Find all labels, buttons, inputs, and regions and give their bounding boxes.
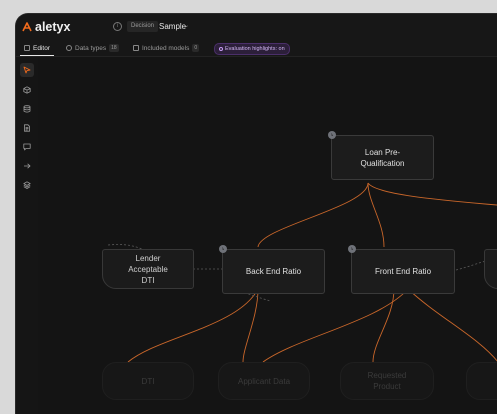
highlight-icon [219,47,223,51]
edge-back-to-loan [257,182,369,248]
document-icon [24,124,30,132]
cube-icon [23,86,31,94]
editor-icon [24,45,30,51]
app-name: aletyx [35,20,71,34]
decision-loan-pre-qualification[interactable]: Loan Pre- Qualification [331,135,434,180]
chevron-down-icon[interactable]: ⌄ [184,21,189,32]
node-label: DTI [141,376,155,386]
knowledge-source-tool-button[interactable] [20,121,34,135]
app-window: aletyx i Decision Sample ⌄ Editor Data t… [16,14,497,414]
node-label-line: Acceptable [128,264,168,274]
node-label-line: Lender [135,253,161,263]
decision-back-end-ratio[interactable]: Back End Ratio [222,249,325,294]
layers-tool-button[interactable] [20,178,34,192]
aletyx-logo-icon [22,22,32,32]
decision-badge-icon[interactable]: ↳ [348,245,356,253]
app-logo[interactable]: aletyx [22,20,70,34]
database-icon [66,45,72,51]
diagram-canvas[interactable]: Loan Pre- Qualification ↳ Lender Acceptabl… [38,57,497,414]
edge-front-to-loan [367,182,385,248]
edge-front-to-right [407,288,497,362]
diagram-edges [107,182,497,363]
association-right [455,260,487,271]
tab-label: Data types [75,44,107,52]
info-icon[interactable]: i [113,22,122,31]
node-label-line: Qualification [360,158,405,168]
decision-badge-icon[interactable]: ↳ [328,131,336,139]
decision-tool-button[interactable] [20,83,34,97]
tab-bar: Editor Data types 18 Included models 0 E… [16,40,497,57]
decision-badge-icon[interactable]: ↳ [219,245,227,253]
connector-tool-button[interactable] [20,159,34,173]
tab-label: Included models [142,44,190,52]
input-dti[interactable]: DTI [102,362,194,400]
tab-label: Editor [33,44,50,52]
eval-label: Evaluation highlights: on [225,46,285,52]
node-label: Back End Ratio [245,267,302,276]
node-label-line: Requested [367,371,407,380]
select-tool-button[interactable] [20,63,34,77]
input-requested-product[interactable]: Requested Product [340,362,434,400]
edge-right-to-loan [367,182,497,206]
node-label-line: Product [373,382,401,391]
knowledge-lender-acceptable-dti[interactable]: Lender Acceptable DTI [102,249,194,289]
node-label-line: DTI [141,275,155,285]
node-label: Front End Ratio [374,267,432,276]
node-label-line: Loan Pre- [364,147,401,157]
evaluation-highlights-toggle[interactable]: Evaluation highlights: on [214,43,290,55]
comment-icon [23,143,31,151]
layers-icon [23,181,31,189]
decision-chip: Decision [127,21,159,32]
knowledge-node-partial[interactable]: A [484,249,497,289]
active-tab-indicator [20,55,54,56]
cursor-icon [23,66,31,74]
annotation-tool-button[interactable] [20,140,34,154]
top-bar: aletyx i Decision Sample ⌄ [16,14,497,40]
model-name[interactable]: Sample [159,20,186,33]
input-node-partial[interactable] [466,362,497,400]
database-icon [23,105,31,113]
decision-front-end-ratio[interactable]: Front End Ratio [351,249,455,294]
tab-count-badge: 0 [192,44,200,52]
edge-back-to-dti [127,288,259,363]
tab-data-types[interactable]: Data types 18 [66,40,119,56]
edge-front-to-applicant [262,288,409,363]
tab-included-models[interactable]: Included models 0 [133,40,200,56]
edge-front-to-requested [372,288,395,363]
file-icon [133,45,139,51]
input-applicant-data[interactable]: Applicant Data [218,362,310,400]
tab-count-badge: 18 [109,44,119,52]
arrow-right-icon [24,163,31,169]
tab-editor[interactable]: Editor [24,40,50,56]
input-data-tool-button[interactable] [20,102,34,116]
tool-sidebar [16,57,38,414]
node-label: Applicant Data [237,376,291,386]
